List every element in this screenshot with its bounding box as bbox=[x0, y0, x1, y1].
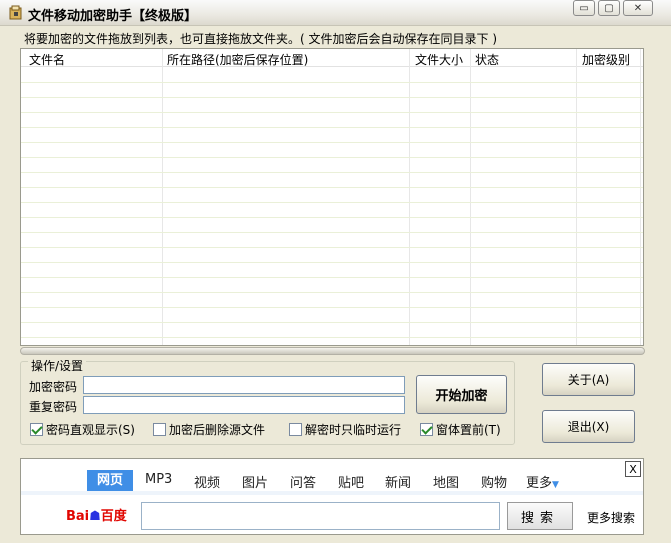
checkbox-temp-run[interactable]: 解密时只临时运行 bbox=[289, 421, 401, 438]
baidu-paw-icon: ☗ bbox=[89, 509, 101, 524]
confirm-password-label: 重复密码 bbox=[29, 400, 78, 414]
row-divider bbox=[21, 292, 643, 293]
column-divider bbox=[162, 49, 163, 345]
row-divider bbox=[21, 187, 643, 188]
row-divider bbox=[21, 247, 643, 248]
checkbox-delete-source[interactable]: 加密后删除源文件 bbox=[153, 421, 265, 438]
row-divider bbox=[21, 277, 643, 278]
checkbox-always-on-top[interactable]: 窗体置前(T) bbox=[420, 421, 501, 438]
start-encrypt-button[interactable]: 开始加密 bbox=[416, 375, 507, 414]
checkbox-label: 加密后删除源文件 bbox=[169, 423, 266, 437]
baidu-search-panel: 网页 MP3 视频 图片 问答 贴吧 新闻 地图 购物 更多▼ X Bai☗百度… bbox=[20, 458, 644, 535]
about-label: 关于(A) bbox=[567, 373, 610, 387]
exit-label: 退出(X) bbox=[567, 420, 610, 434]
row-divider bbox=[21, 307, 643, 308]
instruction-text: 将要加密的文件拖放到列表，也可直接拖放文件夹。( 文件加密后会自动保存在同目录下… bbox=[24, 32, 497, 46]
window-title: 文件移动加密助手【终极版】 bbox=[28, 9, 198, 24]
checkbox-unchecked-icon bbox=[153, 423, 166, 436]
baidu-logo[interactable]: Bai☗百度 bbox=[66, 505, 127, 524]
column-divider bbox=[576, 49, 577, 345]
dropdown-arrow-icon: ▼ bbox=[552, 480, 559, 490]
minimize-button[interactable]: ▭ bbox=[573, 0, 595, 16]
baidu-close-button[interactable]: X bbox=[625, 461, 641, 477]
close-icon: X bbox=[629, 462, 637, 476]
checkbox-show-password[interactable]: 密码直观显示(S) bbox=[30, 421, 135, 438]
column-divider bbox=[470, 49, 471, 345]
more-search-link[interactable]: 更多搜索 bbox=[587, 509, 635, 526]
splitter-bar[interactable] bbox=[20, 347, 645, 355]
row-divider bbox=[21, 157, 643, 158]
baidu-tab-news[interactable]: 新闻 bbox=[385, 472, 411, 491]
tab-band bbox=[21, 491, 643, 495]
title-bar[interactable]: 文件移动加密助手【终极版】 ▭ ▢ ✕ bbox=[0, 0, 671, 26]
row-divider bbox=[21, 322, 643, 323]
close-button[interactable]: ✕ bbox=[623, 0, 653, 16]
column-header-status[interactable]: 状态 bbox=[475, 51, 499, 68]
start-encrypt-label: 开始加密 bbox=[435, 389, 488, 404]
checkbox-label: 窗体置前(T) bbox=[436, 423, 501, 437]
baidu-search-input[interactable] bbox=[141, 502, 500, 530]
baidu-tab-qa[interactable]: 问答 bbox=[290, 472, 316, 491]
checkbox-label: 解密时只临时运行 bbox=[305, 423, 402, 437]
column-header-path[interactable]: 所在路径(加密后保存位置) bbox=[167, 51, 308, 68]
row-divider bbox=[21, 337, 643, 338]
row-divider bbox=[21, 112, 643, 113]
maximize-icon: ▢ bbox=[604, 2, 614, 14]
settings-group-title: 操作/设置 bbox=[28, 357, 87, 374]
minimize-icon: ▭ bbox=[579, 2, 589, 14]
maximize-button[interactable]: ▢ bbox=[598, 0, 620, 16]
row-divider bbox=[21, 172, 643, 173]
baidu-tab-image[interactable]: 图片 bbox=[242, 472, 268, 491]
close-icon: ✕ bbox=[633, 2, 643, 14]
row-divider bbox=[21, 262, 643, 263]
column-divider bbox=[409, 49, 410, 345]
baidu-logo-latin: Bai bbox=[66, 509, 90, 524]
checkbox-checked-icon bbox=[420, 423, 433, 436]
checkbox-label: 密码直观显示(S) bbox=[46, 423, 135, 437]
baidu-tab-shopping[interactable]: 购物 bbox=[481, 472, 507, 491]
confirm-password-input[interactable] bbox=[83, 396, 405, 414]
column-header-size[interactable]: 文件大小 bbox=[415, 51, 463, 68]
row-divider bbox=[21, 142, 643, 143]
password-label: 加密密码 bbox=[29, 380, 78, 394]
row-divider bbox=[21, 97, 643, 98]
more-tab-label: 更多 bbox=[526, 476, 553, 491]
baidu-tab-mp3[interactable]: MP3 bbox=[145, 472, 172, 487]
column-header-filename[interactable]: 文件名 bbox=[29, 51, 65, 68]
row-divider bbox=[21, 232, 643, 233]
baidu-tab-web[interactable]: 网页 bbox=[87, 470, 134, 491]
checkbox-checked-icon bbox=[30, 423, 43, 436]
column-divider bbox=[640, 49, 641, 345]
baidu-tab-tieba[interactable]: 贴吧 bbox=[338, 472, 364, 491]
row-divider bbox=[21, 202, 643, 203]
baidu-tab-video[interactable]: 视频 bbox=[194, 472, 220, 491]
column-header-level[interactable]: 加密级别 bbox=[582, 51, 630, 68]
app-icon bbox=[9, 5, 22, 20]
baidu-tab-map[interactable]: 地图 bbox=[433, 472, 459, 491]
about-button[interactable]: 关于(A) bbox=[542, 363, 635, 396]
password-input[interactable] bbox=[83, 376, 405, 394]
row-divider bbox=[21, 127, 643, 128]
baidu-logo-chinese: 百度 bbox=[100, 509, 127, 524]
checkbox-unchecked-icon bbox=[289, 423, 302, 436]
baidu-tab-more[interactable]: 更多▼ bbox=[526, 472, 559, 491]
row-divider bbox=[21, 82, 643, 83]
baidu-search-label: 搜索 bbox=[520, 510, 559, 526]
row-divider bbox=[21, 217, 643, 218]
exit-button[interactable]: 退出(X) bbox=[542, 410, 635, 443]
baidu-search-button[interactable]: 搜索 bbox=[507, 502, 573, 530]
file-list[interactable]: 文件名 所在路径(加密后保存位置) 文件大小 状态 加密级别 bbox=[20, 48, 644, 346]
list-header: 文件名 所在路径(加密后保存位置) 文件大小 状态 加密级别 bbox=[21, 49, 643, 67]
